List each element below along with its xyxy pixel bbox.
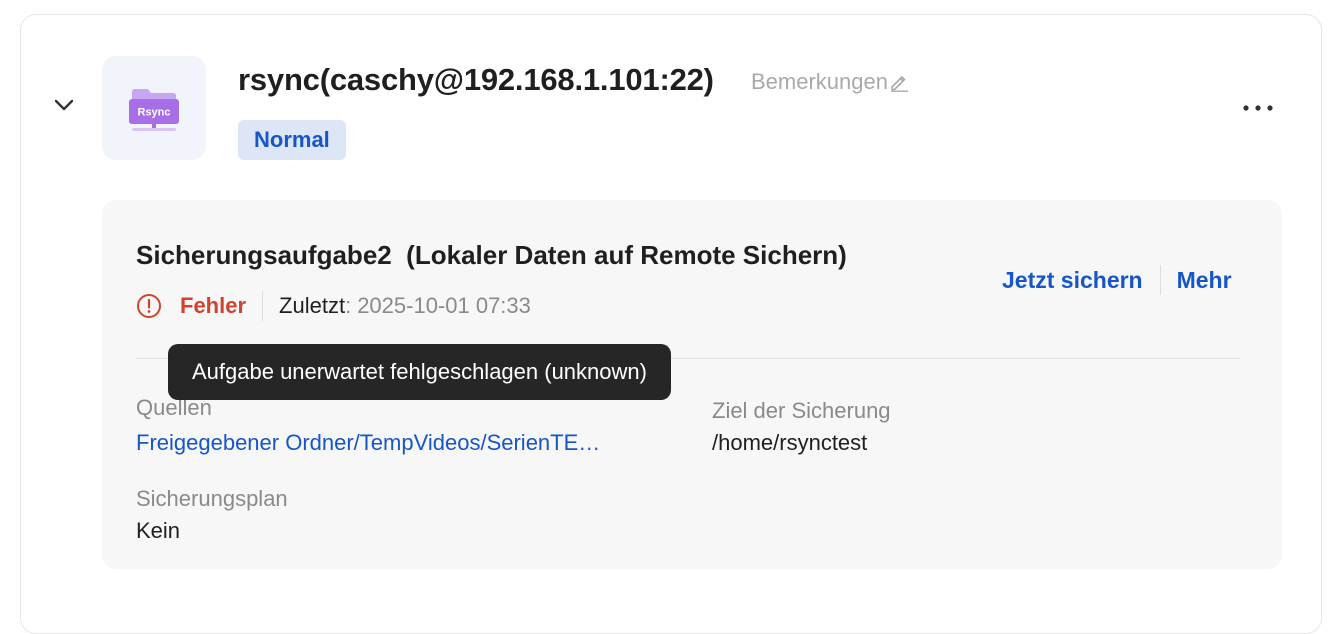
more-horizontal-icon[interactable] bbox=[1240, 96, 1276, 120]
task-status-row: Fehler Zuletzt : 2025-10-01 07:33 bbox=[136, 290, 531, 322]
error-circle-icon bbox=[136, 293, 162, 319]
rsync-app-icon: Rsync bbox=[102, 56, 206, 160]
status-divider bbox=[262, 291, 264, 321]
status-badge: Normal bbox=[238, 120, 346, 160]
target-value: /home/rsynctest bbox=[712, 430, 868, 455]
rsync-icon-label: Rsync bbox=[137, 107, 170, 119]
chevron-down-icon[interactable] bbox=[51, 92, 77, 118]
schedule-value: Kein bbox=[136, 518, 181, 543]
last-run-colon: : bbox=[345, 293, 352, 318]
pencil-icon[interactable] bbox=[889, 72, 909, 92]
target-label: Ziel der Sicherung bbox=[712, 398, 891, 423]
task-title: Sicherungsaufgabe2 (Lokaler Daten auf Re… bbox=[136, 240, 847, 270]
actions-divider bbox=[1159, 265, 1161, 295]
more-button[interactable]: Mehr bbox=[1177, 267, 1232, 294]
task-status-text[interactable]: Fehler bbox=[180, 293, 246, 319]
page-title: rsync(caschy@192.168.1.101:22) bbox=[238, 62, 714, 97]
error-tooltip: Aufgabe unerwartet fehlgeschlagen (unkno… bbox=[168, 344, 671, 400]
task-actions: Jetzt sichern Mehr bbox=[1002, 264, 1232, 296]
remarks-label: Bemerkungen bbox=[751, 69, 888, 94]
sources-link[interactable]: Freigegebener Ordner/TempVideos/SerienTE… bbox=[136, 430, 600, 456]
backup-now-button[interactable]: Jetzt sichern bbox=[1002, 267, 1143, 294]
last-run-label: Zuletzt bbox=[279, 293, 346, 318]
schedule-label: Sicherungsplan bbox=[136, 486, 288, 511]
last-run-value: 2025-10-01 07:33 bbox=[357, 293, 531, 318]
remarks-edit[interactable]: Bemerkungen bbox=[751, 69, 909, 95]
